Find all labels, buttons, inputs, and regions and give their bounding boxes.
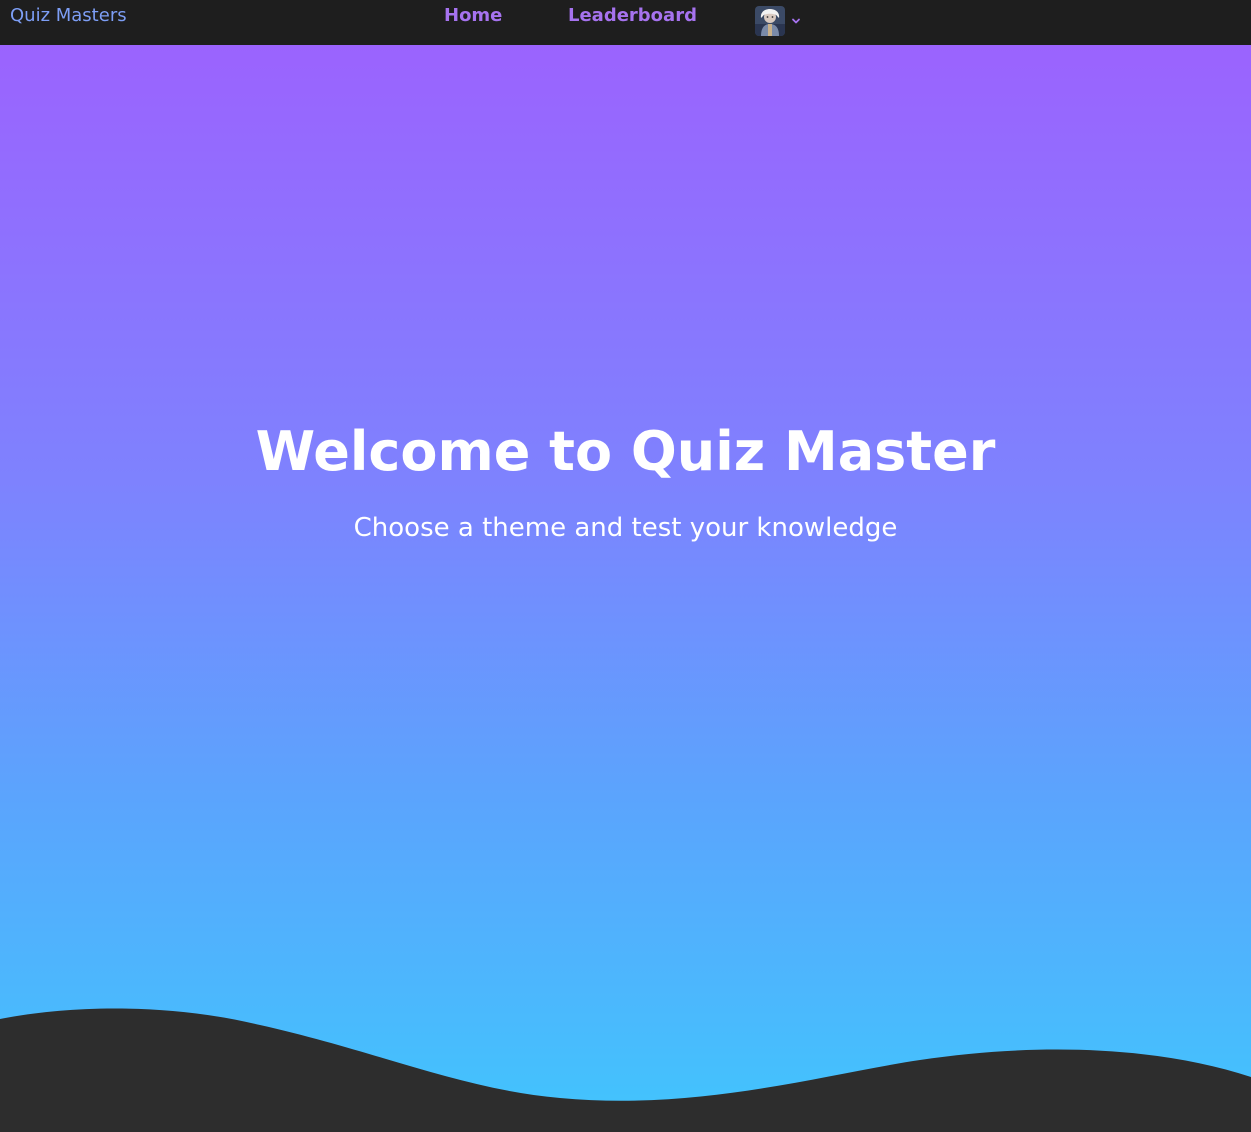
- page: Welcome to Quiz Master Choose a theme an…: [0, 0, 1251, 1132]
- top-navbar: Quiz Masters Home Leaderboard: [0, 0, 1251, 45]
- hero-title: Welcome to Quiz Master: [255, 420, 996, 483]
- hero-subtitle: Choose a theme and test your knowledge: [353, 513, 898, 543]
- nav-link-leaderboard[interactable]: Leaderboard: [568, 4, 697, 28]
- nav-link-home[interactable]: Home: [444, 4, 502, 28]
- hero-section: Welcome to Quiz Master Choose a theme an…: [0, 45, 1251, 1132]
- brand-link[interactable]: Quiz Masters: [10, 4, 127, 28]
- wave-decoration: [0, 1008, 1251, 1132]
- user-menu-toggle[interactable]: [755, 5, 801, 37]
- chevron-down-icon[interactable]: [791, 16, 801, 26]
- user-avatar[interactable]: [755, 6, 785, 36]
